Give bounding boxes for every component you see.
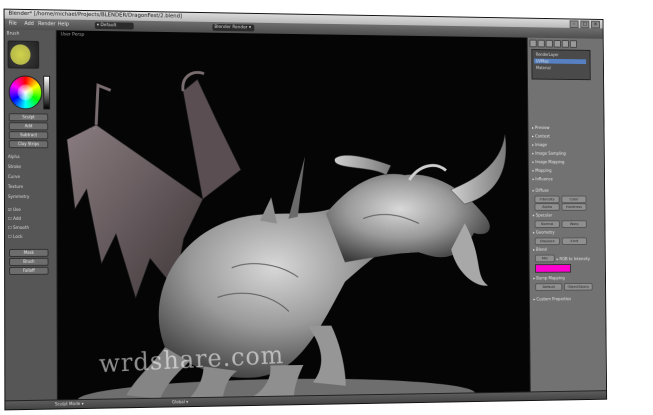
checkbox-add-label: Add — [13, 215, 22, 221]
properties-tabs — [529, 39, 578, 48]
brush-header: Brush — [6, 31, 20, 37]
menu-file[interactable]: File — [9, 19, 17, 30]
section-image-mapping[interactable]: Image Mapping — [532, 159, 564, 164]
section-blend[interactable]: Blend — [533, 247, 547, 252]
checkbox-lock-label: Lock — [13, 233, 23, 239]
mode-select[interactable]: Sculpt Mode ▾ — [55, 400, 84, 408]
screen-selector[interactable]: ▾ Default — [94, 22, 134, 30]
sculpt-button[interactable]: Sculpt — [8, 113, 49, 122]
brush-preview[interactable] — [7, 40, 40, 69]
influence-hardness[interactable]: Hardness — [561, 203, 587, 211]
checkbox-use-label: Use — [12, 207, 21, 212]
section-texture[interactable]: Texture — [8, 184, 23, 189]
minimize-icon[interactable]: – — [569, 20, 579, 29]
rgb-to-intensity-checkbox[interactable]: RGB to Intensity — [557, 256, 590, 261]
render-tab-icon[interactable] — [529, 39, 537, 48]
brush-button[interactable]: Brush — [9, 257, 49, 266]
bump-space-select[interactable]: ObjectSpace — [563, 282, 593, 291]
3d-viewport[interactable]: User Persp wrdshare.com — [56, 30, 530, 401]
checkbox-add[interactable]: ☐ Add — [8, 216, 21, 221]
mode-select-label: Sculpt Mode — [54, 401, 81, 407]
influence-normal[interactable]: Normal — [534, 220, 560, 228]
blender-window: Blender* [/home/michael/Projects/BLENDER… — [3, 8, 608, 411]
section-symmetry[interactable]: Symmetry — [8, 194, 29, 199]
scene-field-label: Default — [100, 23, 117, 29]
tool-shelf: Brush Sculpt Add Subtract Clay Strips Al… — [4, 29, 58, 402]
section-influence[interactable]: Influence — [532, 177, 552, 182]
section-geometry[interactable]: Geometry — [533, 230, 555, 235]
falloff-button[interactable]: Falloff — [9, 266, 49, 275]
subtract-button[interactable]: Subtract — [8, 131, 49, 140]
clay-strips-button[interactable]: Clay Strips — [8, 140, 49, 149]
checkbox-lock[interactable]: ☐ Lock — [8, 234, 23, 239]
world-tab-icon[interactable] — [545, 39, 553, 48]
influence-displace[interactable]: Displace — [534, 237, 561, 246]
color-wheel[interactable] — [8, 75, 43, 110]
section-custom-properties[interactable]: Custom Properties — [533, 296, 571, 301]
properties-panel: RenderLayer UVMap Material Preview Conte… — [526, 37, 607, 393]
section-curve[interactable]: Curve — [8, 174, 20, 179]
layer-item[interactable]: RenderLayer — [534, 52, 586, 57]
menu-add[interactable]: Add — [24, 19, 34, 30]
render-engine-select[interactable]: Blender Render ▾ — [212, 23, 255, 32]
orientation-select[interactable]: Global ▾ — [172, 398, 188, 406]
scene-tab-icon[interactable] — [537, 39, 545, 48]
section-mapping[interactable]: Mapping — [532, 168, 551, 173]
screen: Blender* [/home/michael/Projects/BLENDER… — [0, 1, 615, 415]
material-tab-icon[interactable] — [561, 40, 569, 48]
influence-warp[interactable]: Warp — [561, 220, 587, 228]
orientation-label: Global — [171, 399, 185, 405]
checkbox-smooth-label: Smooth — [13, 224, 30, 230]
layer-item[interactable]: Material — [534, 65, 586, 70]
influence-emit[interactable]: Emit — [561, 237, 587, 246]
section-diffuse[interactable]: Diffuse — [533, 188, 548, 193]
menu-render[interactable]: Render — [38, 19, 56, 30]
bump-mapping-label: Bump Mapping — [533, 275, 564, 280]
menu-help[interactable]: Help — [58, 19, 69, 30]
section-preview[interactable]: Preview — [532, 125, 550, 130]
dragon-sculpt-render — [57, 30, 530, 401]
section-alpha[interactable]: Alpha — [8, 154, 20, 159]
influence-alpha[interactable]: Alpha — [534, 203, 560, 211]
close-icon[interactable]: × — [591, 20, 600, 29]
layer-list[interactable]: RenderLayer UVMap Material — [531, 49, 591, 81]
bump-method-select[interactable]: Default — [535, 283, 563, 291]
checkbox-smooth[interactable]: ☐ Smooth — [8, 225, 29, 230]
blend-mode-select[interactable]: Mix — [534, 254, 555, 263]
texture-tab-icon[interactable] — [569, 40, 578, 48]
influence-color[interactable]: Color — [561, 195, 587, 204]
add-button[interactable]: Add — [8, 122, 49, 131]
texture-color-swatch[interactable] — [535, 264, 572, 273]
section-image-sampling[interactable]: Image Sampling — [532, 151, 566, 156]
section-context[interactable]: Context — [532, 134, 550, 139]
value-slider[interactable] — [43, 75, 51, 110]
layer-item-selected[interactable]: UVMap — [534, 58, 587, 65]
object-tab-icon[interactable] — [553, 39, 561, 48]
checkbox-use[interactable]: ☑ Use — [8, 207, 21, 212]
section-specular[interactable]: Specular — [533, 213, 553, 218]
mask-button[interactable]: Mask — [9, 248, 49, 257]
influence-intensity[interactable]: Intensity — [534, 195, 560, 204]
section-image[interactable]: Image — [532, 142, 547, 147]
section-stroke[interactable]: Stroke — [8, 164, 21, 169]
render-engine-label: Blender Render — [214, 24, 248, 31]
maximize-icon[interactable]: □ — [580, 20, 590, 29]
